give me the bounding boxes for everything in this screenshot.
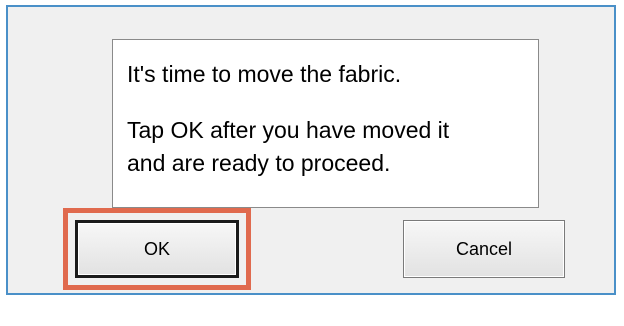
message-line-1: It's time to move the fabric. <box>127 61 402 87</box>
cancel-button-label: Cancel <box>455 238 513 259</box>
ok-button-label: OK <box>143 238 170 259</box>
message-line-3: and are ready to proceed. <box>127 150 391 176</box>
ok-button[interactable]: OK <box>75 220 239 278</box>
message-box: It's time to move the fabric. Tap OK aft… <box>112 39 539 208</box>
message-line-2: Tap OK after you have moved it <box>127 117 450 143</box>
cancel-button[interactable]: Cancel <box>403 220 565 278</box>
